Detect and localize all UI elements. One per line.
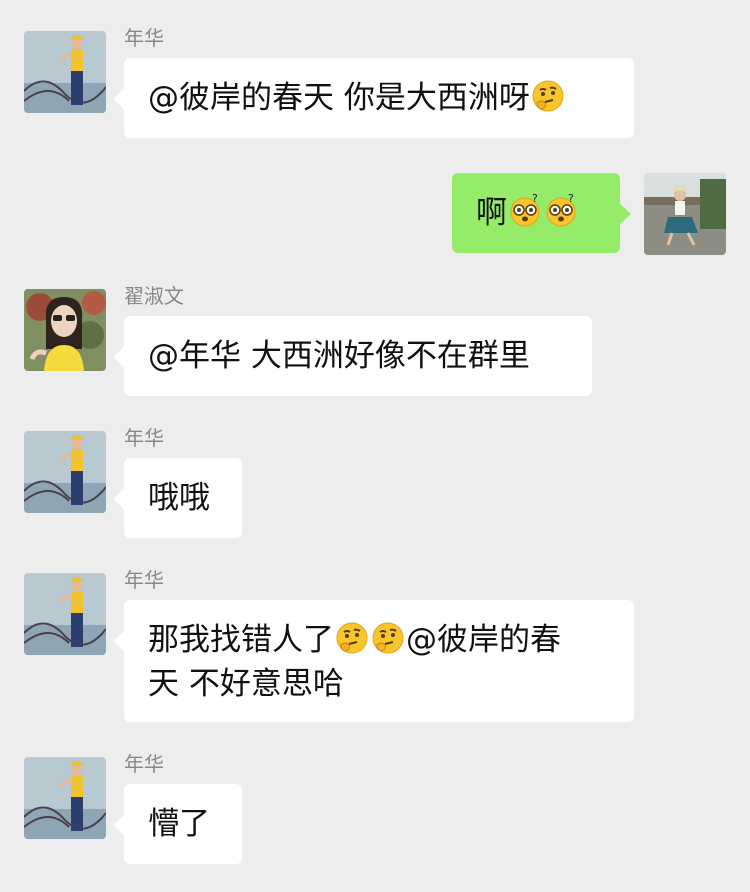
sender-name: 年华 — [124, 26, 164, 50]
chat-window: 年华 @彼岸的春天 你是大西洲呀 啊 ? ? 翟淑文 @年华 大西洲好像不在群里… — [0, 0, 750, 892]
thinking-face-emoji-icon — [335, 621, 369, 655]
dizzy-face-emoji-icon: ? — [508, 194, 542, 228]
thinking-face-emoji-icon — [371, 621, 405, 655]
message-bubble[interactable]: @年华 大西洲好像不在群里 — [113, 316, 592, 396]
sender-name: 年华 — [124, 426, 164, 450]
message-text: 啊 — [476, 195, 507, 231]
message-text: @彼岸的春 — [406, 622, 561, 658]
sender-name: 翟淑文 — [124, 284, 184, 308]
svg-text:?: ? — [568, 194, 574, 205]
avatar-nianhua[interactable] — [24, 573, 106, 655]
message-text: 哦哦 — [148, 480, 210, 516]
avatar-nianhua[interactable] — [24, 431, 106, 513]
avatar-self[interactable] — [644, 173, 726, 255]
message-text: @彼岸的春天 你是大西洲呀 — [148, 80, 530, 116]
avatar-nianhua[interactable] — [24, 757, 106, 839]
avatar-zhaishuwen[interactable] — [24, 289, 106, 371]
thinking-face-emoji-icon — [531, 79, 565, 113]
message-line: 天 不好意思哈 — [148, 662, 610, 706]
dizzy-face-emoji-icon: ? — [544, 194, 578, 228]
message-text: 天 不好意思哈 — [148, 666, 344, 702]
message-bubble[interactable]: 哦哦 — [113, 458, 242, 538]
sender-name: 年华 — [124, 752, 164, 776]
message-bubble-self[interactable]: 啊 ? ? — [452, 173, 631, 253]
sender-name: 年华 — [124, 568, 164, 592]
svg-text:?: ? — [532, 194, 538, 205]
message-text: 懵了 — [148, 806, 210, 842]
message-bubble[interactable]: 那我找错人了 @彼岸的春 天 不好意思哈 — [113, 600, 634, 722]
message-line: 那我找错人了 @彼岸的春 — [148, 618, 610, 662]
message-text: @年华 大西洲好像不在群里 — [148, 338, 530, 374]
message-bubble[interactable]: 懵了 — [113, 784, 242, 864]
avatar-nianhua[interactable] — [24, 31, 106, 113]
message-bubble[interactable]: @彼岸的春天 你是大西洲呀 — [113, 58, 634, 138]
message-text: 那我找错人了 — [148, 622, 334, 658]
